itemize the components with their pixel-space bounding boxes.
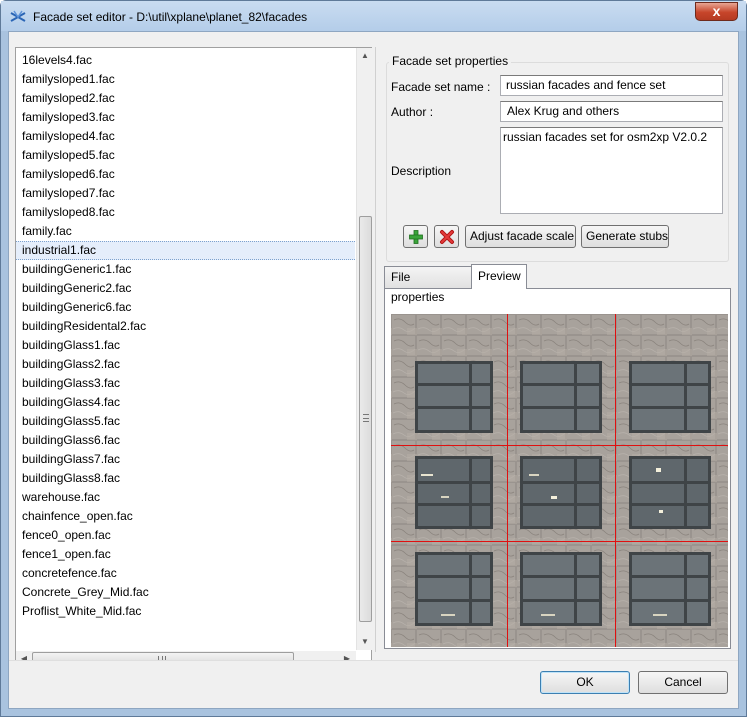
list-item[interactable]: buildingGlass8.fac [16, 469, 355, 488]
list-item[interactable]: 16levels4.fac [16, 51, 355, 70]
list-item[interactable]: fence1_open.fac [16, 545, 355, 564]
facade-set-editor-window: Facade set editor - D:\util\xplane\plane… [0, 0, 747, 717]
list-item[interactable]: familysloped2.fac [16, 89, 355, 108]
list-item[interactable]: familysloped7.fac [16, 184, 355, 203]
author-input[interactable]: Alex Krug and others [500, 101, 723, 122]
list-item[interactable]: buildingGlass3.fac [16, 374, 355, 393]
grip-icon [363, 414, 369, 422]
dialog-button-bar: OK Cancel [9, 660, 738, 708]
list-item[interactable]: familysloped5.fac [16, 146, 355, 165]
list-item[interactable]: familysloped4.fac [16, 127, 355, 146]
list-item[interactable]: familysloped1.fac [16, 70, 355, 89]
add-facade-button[interactable] [403, 225, 428, 248]
list-item[interactable]: fence0_open.fac [16, 526, 355, 545]
close-button[interactable]: x [695, 2, 738, 21]
tab-preview[interactable]: Preview [471, 264, 527, 289]
file-list-items: 16levels4.fac familysloped1.fac familyslop… [16, 51, 355, 621]
preview-tab-page [384, 288, 731, 649]
list-item[interactable]: buildingGeneric1.fac [16, 260, 355, 279]
scroll-down-arrow-icon[interactable]: ▼ [357, 634, 373, 650]
facade-set-name-input[interactable]: russian facades and fence set [500, 75, 723, 96]
close-icon: x [712, 3, 721, 19]
list-item[interactable]: chainfence_open.fac [16, 507, 355, 526]
facade-file-list[interactable]: 16levels4.fac familysloped1.fac familyslop… [15, 47, 372, 667]
list-item[interactable]: Concrete_Grey_Mid.fac [16, 583, 355, 602]
list-item[interactable]: buildingGlass6.fac [16, 431, 355, 450]
author-label: Author : [391, 105, 434, 119]
adjust-facade-scale-button[interactable]: Adjust facade scale [465, 225, 576, 248]
list-item[interactable]: buildingGlass5.fac [16, 412, 355, 431]
title-bar[interactable]: Facade set editor - D:\util\xplane\plane… [1, 1, 746, 31]
list-item[interactable]: buildingGlass1.fac [16, 336, 355, 355]
facade-set-properties-group: Facade set properties Facade set name : … [386, 51, 729, 262]
generate-stubs-button[interactable]: Generate stubs [581, 225, 669, 248]
remove-facade-button[interactable] [434, 225, 459, 248]
list-item[interactable]: industrial1.fac [16, 241, 355, 260]
plus-icon [409, 230, 423, 244]
list-item[interactable]: buildingResidental2.fac [16, 317, 355, 336]
app-icon [10, 10, 26, 22]
facade-texture-preview [391, 314, 728, 647]
list-item[interactable]: buildingGlass4.fac [16, 393, 355, 412]
description-label: Description [391, 164, 452, 178]
delete-x-icon [440, 230, 454, 244]
list-item[interactable]: Proflist_White_Mid.fac [16, 602, 355, 621]
list-item[interactable]: buildingGlass7.fac [16, 450, 355, 469]
facade-set-name-label: Facade set name : [391, 80, 491, 94]
panel-splitter[interactable] [375, 47, 376, 652]
list-item[interactable]: familysloped8.fac [16, 203, 355, 222]
list-item[interactable]: familysloped6.fac [16, 165, 355, 184]
list-item[interactable]: familysloped3.fac [16, 108, 355, 127]
list-item[interactable]: buildingGeneric6.fac [16, 298, 355, 317]
window-grid [415, 361, 711, 626]
vertical-scrollbar[interactable]: ▲ ▼ [356, 48, 372, 650]
list-item[interactable]: family.fac [16, 222, 355, 241]
list-item[interactable]: buildingGlass2.fac [16, 355, 355, 374]
list-item[interactable]: warehouse.fac [16, 488, 355, 507]
window-title: Facade set editor - D:\util\xplane\plane… [33, 10, 308, 24]
file-tabs: File properties Preview [384, 264, 731, 649]
cancel-button[interactable]: Cancel [638, 671, 728, 694]
group-title: Facade set properties [389, 54, 512, 68]
list-item[interactable]: concretefence.fac [16, 564, 355, 583]
facade-preview-image [391, 314, 728, 647]
vertical-scroll-thumb[interactable] [359, 216, 372, 622]
list-item[interactable]: buildingGeneric2.fac [16, 279, 355, 298]
tab-file-properties[interactable]: File properties [384, 266, 472, 304]
description-textarea[interactable]: russian facades set for osm2xp V2.0.2 [500, 127, 723, 214]
scroll-up-arrow-icon[interactable]: ▲ [357, 48, 373, 64]
dialog-client-area: 16levels4.fac familysloped1.fac familyslop… [8, 31, 739, 709]
ok-button[interactable]: OK [540, 671, 630, 694]
